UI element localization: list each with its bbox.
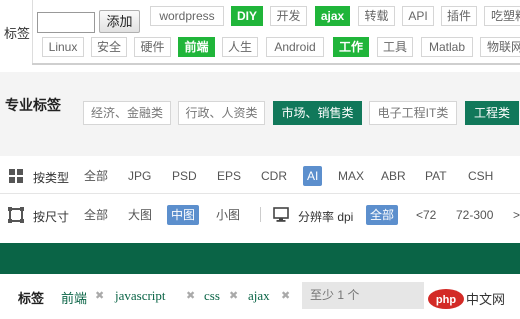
tag-tools[interactable]: 工具 (377, 37, 413, 57)
divider (32, 63, 520, 65)
close-icon[interactable]: ✖ (95, 289, 104, 302)
chip-css: css (204, 288, 220, 303)
tag-linux[interactable]: Linux (42, 37, 84, 57)
pro-tag-electronics-it[interactable]: 电子工程IT类 (369, 101, 457, 125)
size-all[interactable]: 全部 (80, 205, 112, 225)
tag-life[interactable]: 人生 (222, 37, 258, 57)
type-abr[interactable]: ABR (377, 166, 410, 186)
pro-tag-finance[interactable]: 经济、金融类 (83, 101, 171, 125)
size-large[interactable]: 大图 (124, 205, 156, 225)
pro-tag-admin-hr[interactable]: 行政、人资类 (178, 101, 265, 125)
size-small[interactable]: 小图 (212, 205, 244, 225)
pro-tag-marketing[interactable]: 市场、销售类 (273, 101, 362, 125)
pro-tag-engineering[interactable]: 工程类 (465, 101, 519, 125)
filter-panel: 按类型 全部 JPG PSD EPS CDR AI MAX ABR PAT CS… (0, 156, 520, 234)
tag-api[interactable]: API (402, 6, 434, 26)
tag-diy[interactable]: DIY (231, 6, 263, 26)
crop-icon (8, 207, 24, 223)
svg-text:php: php (436, 294, 456, 306)
chip-frontend: 前端 (61, 291, 88, 306)
tag-eat-plastic[interactable]: 吃塑料 (484, 6, 520, 26)
svg-text:中文网: 中文网 (466, 293, 505, 308)
tag-editor-panel: 标签 添加 wordpress DIY 开发 ajax 转载 API 插件 吃塑… (0, 0, 520, 72)
filter-type-label: 按类型 (33, 171, 70, 185)
chip-ajax: ajax (248, 288, 270, 303)
close-icon[interactable]: ✖ (281, 289, 290, 302)
tag-develop[interactable]: 开发 (270, 6, 307, 26)
chip-javascript: javascript (115, 288, 166, 303)
type-all[interactable]: 全部 (80, 166, 112, 186)
tag-iot[interactable]: 物联网 (480, 37, 520, 57)
tag-row-2: Linux 安全 硬件 前端 人生 Android 工作 工具 Matlab 物… (0, 37, 520, 57)
type-csh[interactable]: CSH (464, 166, 497, 186)
filter-size-label: 按尺寸 (33, 210, 70, 224)
type-cdr[interactable]: CDR (257, 166, 291, 186)
tag-ajax[interactable]: ajax (315, 6, 350, 26)
tag-plugin[interactable]: 插件 (441, 6, 477, 26)
res-all[interactable]: 全部 (366, 205, 399, 225)
tag-work[interactable]: 工作 (333, 37, 369, 57)
monitor-icon (273, 207, 289, 222)
type-jpg[interactable]: JPG (124, 166, 155, 186)
divider (0, 193, 520, 194)
tag-security[interactable]: 安全 (91, 37, 127, 57)
type-ai[interactable]: AI (303, 166, 323, 186)
tag-chip-input[interactable] (302, 282, 424, 309)
professional-tags-panel: 专业标签 经济、金融类 行政、人资类 市场、销售类 电子工程IT类 工程类 (0, 72, 520, 156)
tag-repost[interactable]: 转载 (358, 6, 395, 26)
tag-matlab[interactable]: Matlab (421, 37, 473, 57)
res-above-300[interactable]: > (509, 205, 520, 225)
tag-chips-panel: 标签 前端 ✖ javascript ✖ css ✖ ajax ✖ php 中文… (0, 279, 520, 319)
tag-hardware[interactable]: 硬件 (134, 37, 171, 57)
type-psd[interactable]: PSD (168, 166, 201, 186)
green-banner (0, 243, 520, 274)
tag-frontend[interactable]: 前端 (178, 37, 215, 57)
filter-resolution-label: 分辨率 dpi (298, 210, 354, 224)
size-medium[interactable]: 中图 (167, 205, 200, 225)
php-cn-watermark: php 中文网 (428, 289, 505, 309)
type-max[interactable]: MAX (334, 166, 368, 186)
tag-wordpress[interactable]: wordpress (150, 6, 224, 26)
close-icon[interactable]: ✖ (229, 289, 238, 302)
close-icon[interactable]: ✖ (186, 289, 195, 302)
res-below-72[interactable]: <72 (412, 205, 440, 225)
res-72-300[interactable]: 72-300 (452, 205, 497, 225)
grid-icon (9, 169, 23, 183)
professional-tags-label: 专业标签 (5, 97, 61, 113)
divider (260, 207, 261, 222)
type-eps[interactable]: EPS (213, 166, 245, 186)
tag-row-1: wordpress DIY 开发 ajax 转载 API 插件 吃塑料 (0, 6, 520, 26)
tag-android[interactable]: Android (266, 37, 324, 57)
type-pat[interactable]: PAT (421, 166, 451, 186)
tag-chips-label: 标签 (18, 291, 45, 306)
